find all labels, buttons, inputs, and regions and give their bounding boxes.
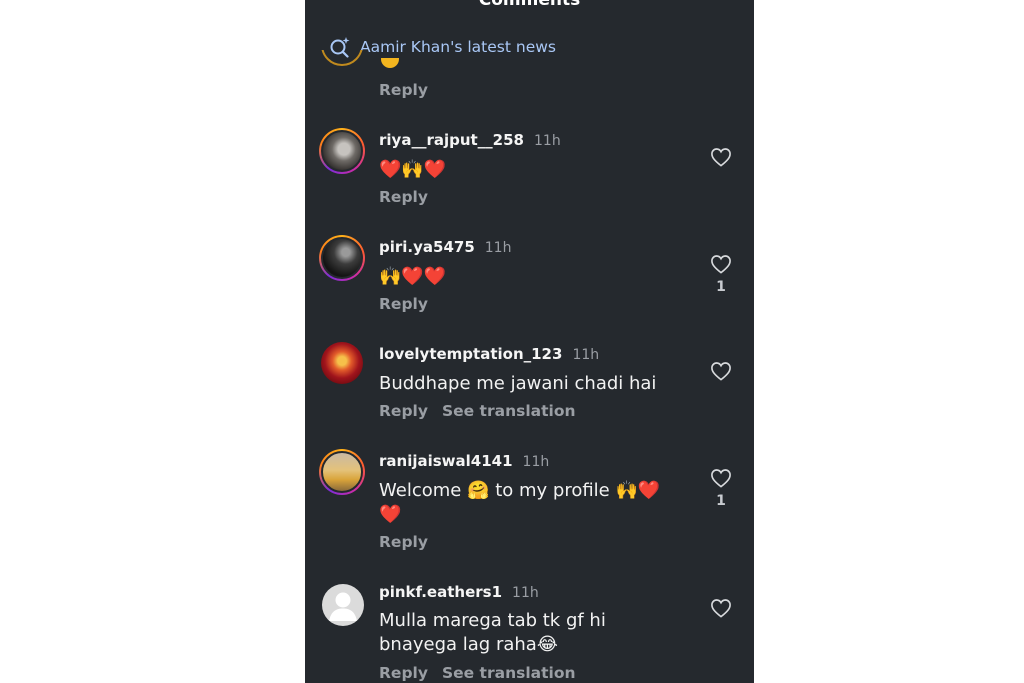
default-avatar-icon[interactable]	[322, 584, 364, 626]
comment-actions: Reply See translation	[379, 664, 576, 682]
avatar[interactable]	[319, 128, 365, 174]
username-text: ranijaiswal4141	[379, 452, 513, 470]
username-text: pinkf.eathers1	[379, 583, 503, 601]
avatar[interactable]	[321, 342, 363, 384]
comment-time: 11h	[522, 454, 550, 470]
comment-username[interactable]: pinkf.eathers1 11h	[379, 583, 539, 601]
comment-actions: Reply See translation	[379, 402, 576, 420]
comment-actions: Reply	[379, 81, 428, 99]
avatar[interactable]	[319, 235, 365, 281]
username-text: riya__rajput__258	[379, 131, 524, 149]
like-heart-icon[interactable]	[710, 598, 732, 618]
comment-username[interactable]: lovelytemptation_123 11h	[379, 345, 599, 363]
comment-actions: Reply	[379, 188, 428, 206]
comment-text: 🙌❤️❤️	[379, 266, 447, 287]
reply-button[interactable]: Reply	[379, 533, 428, 551]
comment-text-line2: bnayega lag raha😂	[379, 634, 558, 655]
comment-text: ❤️🙌❤️	[379, 159, 447, 180]
comment-time: 11h	[534, 133, 561, 149]
comment-text-line2: ❤️	[379, 504, 402, 525]
avatar[interactable]	[319, 449, 365, 495]
comment-username[interactable]: piri.ya5475 11h	[379, 238, 511, 256]
comment-text: Buddhape me jawani chadi hai	[379, 373, 657, 394]
reply-button[interactable]: Reply	[379, 188, 428, 206]
comment-time: 11h	[484, 240, 512, 256]
reply-button[interactable]: Reply	[379, 81, 428, 99]
like-heart-icon[interactable]	[710, 468, 732, 488]
username-text: lovelytemptation_123	[379, 345, 563, 363]
search-suggestion[interactable]: Aamir Khan's latest news	[329, 34, 556, 60]
username-text: piri.ya5475	[379, 238, 475, 256]
see-translation-button[interactable]: See translation	[442, 664, 576, 682]
like-heart-icon[interactable]	[710, 361, 732, 381]
search-suggestion-label: Aamir Khan's latest news	[360, 38, 556, 56]
avatar-partial	[321, 50, 363, 72]
comment-username[interactable]: ranijaiswal4141 11h	[379, 452, 549, 470]
comment-time: 11h	[572, 347, 600, 363]
comment-time: 11h	[512, 585, 539, 601]
reply-button[interactable]: Reply	[379, 402, 428, 420]
see-translation-button[interactable]: See translation	[442, 402, 576, 420]
like-count: 1	[716, 279, 726, 295]
like-count: 1	[716, 493, 726, 509]
like-heart-icon[interactable]	[710, 147, 732, 167]
comment-text-line1: Welcome 🤗 to my profile 🙌❤️	[379, 480, 661, 501]
reply-button[interactable]: Reply	[379, 295, 428, 313]
sheet-title: Comments	[478, 0, 581, 10]
comment-actions: Reply	[379, 295, 428, 313]
comment-username[interactable]: riya__rajput__258 11h	[379, 131, 561, 149]
comments-sheet: Comments Aamir Khan's latest news Reply …	[305, 0, 754, 683]
reply-button[interactable]: Reply	[379, 664, 428, 682]
comment-text-line1: Mulla marega tab tk gf hi	[379, 610, 606, 631]
like-heart-icon[interactable]	[710, 254, 732, 274]
comment-actions: Reply	[379, 533, 428, 551]
emoji-partial	[381, 58, 401, 70]
